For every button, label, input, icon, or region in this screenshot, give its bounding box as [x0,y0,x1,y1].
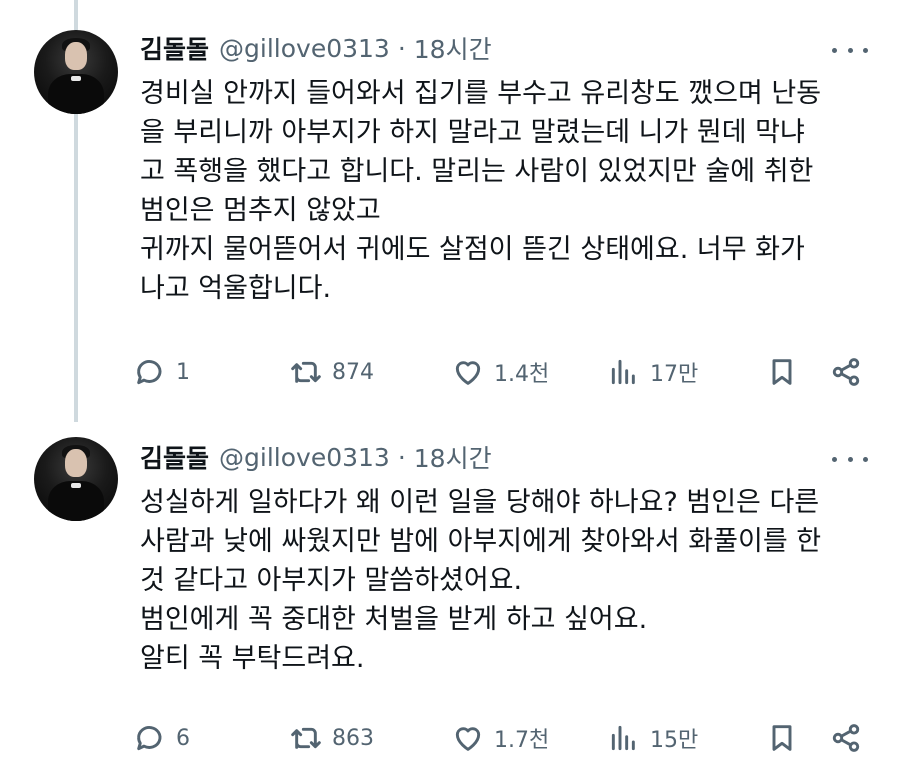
bookmark-button[interactable] [766,716,798,760]
share-button[interactable] [830,350,862,394]
tweet-actions: 1 874 1.4천 17만 [134,350,874,394]
avatar[interactable] [34,437,118,521]
avatar[interactable] [34,30,118,114]
user-handle[interactable]: @gillove0313 [219,34,390,63]
like-button[interactable]: 1.4천 [452,350,549,394]
views-count: 17만 [650,362,699,387]
user-handle[interactable]: @gillove0313 [219,443,390,472]
retweet-count: 863 [332,725,374,751]
views-icon [611,725,635,751]
separator-dot: · [397,33,406,63]
views-icon [611,359,635,385]
separator-dot: · [397,442,406,472]
more-options-icon[interactable] [832,40,868,60]
share-button[interactable] [830,716,862,760]
retweet-icon [291,727,321,749]
tweet-header: 김돌돌 @gillove0313 · 18시간 [140,437,492,477]
retweet-count: 874 [332,359,374,385]
retweet-button[interactable]: 874 [290,350,374,394]
views-button[interactable]: 15만 [608,716,698,760]
tweet-actions: 6 863 1.7천 15만 [134,716,874,760]
share-icon [832,724,860,752]
retweet-button[interactable]: 863 [290,716,374,760]
heart-icon [455,361,481,385]
reply-icon [137,726,162,751]
tweet-header: 김돌돌 @gillove0313 · 18시간 [140,28,492,68]
reply-button[interactable]: 1 [134,350,190,394]
display-name[interactable]: 김돌돌 [140,439,209,475]
like-count: 1.7천 [494,728,550,753]
more-options-icon[interactable] [832,449,868,469]
tweet-text: 경비실 안까지 들어와서 집기를 부수고 유리창도 깼으며 난동 을 부리니까 … [140,78,822,304]
display-name[interactable]: 김돌돌 [140,30,209,66]
bookmark-button[interactable] [766,350,798,394]
bookmark-icon [772,359,792,385]
heart-icon [455,727,481,751]
timestamp[interactable]: 18시간 [414,30,492,66]
reply-count: 1 [176,359,190,385]
views-button[interactable]: 17만 [608,350,698,394]
like-count: 1.4천 [494,362,550,387]
like-button[interactable]: 1.7천 [452,716,549,760]
bookmark-icon [772,725,792,751]
retweet-icon [291,361,321,383]
views-count: 15만 [650,728,699,753]
reply-count: 6 [176,725,190,751]
timestamp[interactable]: 18시간 [414,439,492,475]
reply-icon [137,360,162,385]
share-icon [832,358,860,386]
tweet-text: 성실하게 일하다가 왜 이런 일을 당해야 하나요? 범인은 다른 사람과 낮에… [140,487,822,674]
reply-button[interactable]: 6 [134,716,190,760]
